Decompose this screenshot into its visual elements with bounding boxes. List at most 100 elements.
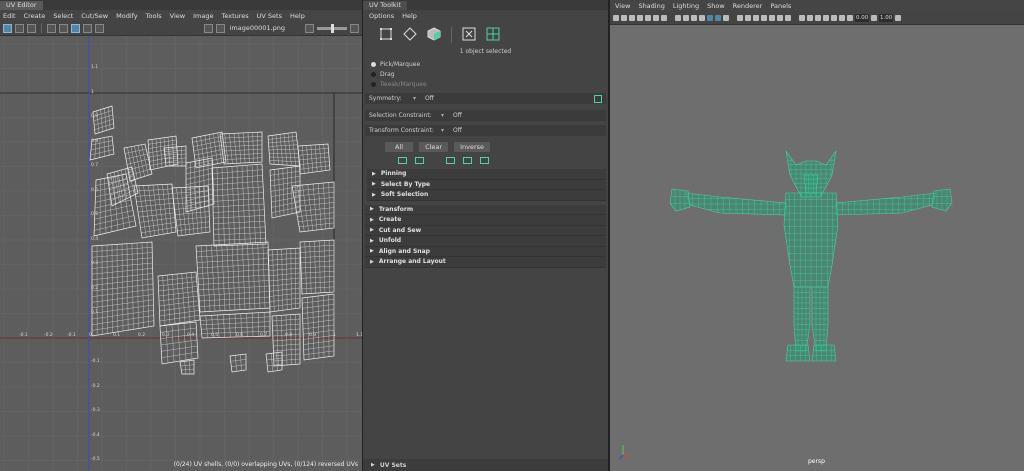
exposure-icon[interactable] — [305, 23, 314, 33]
resolution-gate-icon[interactable] — [653, 14, 659, 21]
menu-uv-sets[interactable]: UV Sets — [257, 12, 282, 20]
image-icon[interactable] — [203, 23, 213, 33]
menu-edit[interactable]: Edit — [3, 12, 16, 20]
section-transform[interactable]: ▶ Transform — [365, 204, 606, 215]
y-axis-icon[interactable] — [785, 14, 791, 21]
select-shell-icon[interactable] — [463, 157, 472, 164]
gamma-icon[interactable] — [350, 23, 359, 33]
section-select-by-type[interactable]: ▶ Select By Type — [367, 179, 606, 190]
motion-blur-icon[interactable] — [723, 14, 729, 21]
expand-arrow-icon[interactable]: ▶ — [372, 171, 376, 177]
menu-options[interactable]: Options — [369, 12, 394, 20]
heads-up-icon[interactable] — [823, 14, 829, 21]
radio-icon[interactable] — [371, 81, 376, 87]
section-cut-and-sew[interactable]: ▶ Cut and Sew — [365, 225, 606, 236]
section-create[interactable]: ▶ Create — [365, 215, 606, 226]
expand-arrow-icon[interactable]: ▶ — [370, 206, 374, 212]
dropdown-arrow-icon[interactable]: ▾ — [441, 112, 453, 119]
left-foot[interactable] — [785, 344, 811, 362]
expand-arrow-icon[interactable]: ▶ — [372, 181, 376, 187]
menu-help[interactable]: Help — [402, 12, 417, 20]
menu-help[interactable]: Help — [290, 12, 305, 20]
image-plane-icon[interactable] — [637, 14, 643, 21]
menu-cut-sew[interactable]: Cut/Sew — [81, 12, 108, 20]
uv-mode-icon[interactable] — [462, 27, 476, 41]
select-border-icon[interactable] — [446, 157, 455, 164]
symmetry-value[interactable]: Off — [425, 95, 594, 102]
gamma-field[interactable]: 1.00 — [879, 13, 893, 22]
camera-icon[interactable] — [613, 14, 619, 21]
xray-joints-icon[interactable] — [761, 14, 767, 21]
grow-selection-icon[interactable] — [398, 157, 407, 164]
symmetry-options-icon[interactable] — [594, 94, 602, 103]
expand-arrow-icon[interactable]: ▶ — [370, 238, 374, 244]
film-gate-icon[interactable] — [621, 14, 627, 21]
edge-mode-icon[interactable] — [403, 27, 417, 41]
exposure-field[interactable]: 0.00 — [855, 13, 869, 22]
section-unfold[interactable]: ▶ Unfold — [365, 236, 606, 247]
dim-image-icon[interactable] — [215, 23, 225, 33]
select-all-button[interactable]: All — [385, 142, 414, 152]
section-align-and-snap[interactable]: ▶ Align and Snap — [365, 246, 606, 257]
textured-icon[interactable] — [691, 14, 697, 21]
slider-knob[interactable] — [331, 23, 334, 33]
gamma-icon[interactable] — [871, 14, 877, 21]
shrink-selection-icon[interactable] — [415, 157, 424, 164]
mode-drag[interactable]: Drag — [363, 69, 608, 79]
display-image-icon[interactable] — [83, 23, 92, 33]
snapshot-icon[interactable] — [95, 23, 104, 33]
shaded-uv-icon[interactable] — [15, 23, 24, 33]
grid-icon[interactable] — [645, 14, 651, 21]
right-foot[interactable] — [811, 344, 837, 362]
isolate-icon[interactable] — [745, 14, 751, 21]
right-leg[interactable] — [811, 286, 829, 352]
inverse-button[interactable]: Inverse — [454, 142, 491, 152]
ao-icon[interactable] — [715, 14, 721, 21]
menu-textures[interactable]: Textures — [221, 12, 248, 20]
radio-icon[interactable] — [371, 61, 376, 67]
menu-show[interactable]: Show — [707, 2, 725, 10]
uv-grid-canvas[interactable]: -0.1 -0.2 -0.1 0 0.1 0.2 0.3 0.4 0.5 0.6 0.7 0.8 0.9… — [0, 36, 362, 471]
menu-lighting[interactable]: Lighting — [673, 2, 699, 10]
antialias-icon[interactable] — [737, 14, 743, 21]
vertex-mode-icon[interactable] — [379, 27, 393, 41]
color-manage-icon[interactable] — [895, 14, 901, 21]
mode-tweak-marquee[interactable]: Tweak/Marquee — [363, 79, 608, 89]
selection-constraint-value[interactable]: Off — [453, 112, 462, 119]
gate-mask-icon[interactable] — [831, 14, 837, 21]
uv-shell-icon[interactable] — [486, 27, 500, 41]
hud-icon[interactable] — [815, 14, 821, 21]
expand-arrow-icon[interactable]: ▶ — [370, 259, 374, 265]
expand-arrow-icon[interactable]: ▶ — [370, 217, 374, 223]
smooth-shade-icon[interactable] — [683, 14, 689, 21]
transform-constraint-row[interactable]: Transform Constraint: ▾ Off — [365, 125, 606, 136]
expand-arrow-icon[interactable]: ▶ — [370, 248, 374, 254]
menu-panels[interactable]: Panels — [770, 2, 791, 10]
snout[interactable] — [803, 174, 819, 194]
bookmark-icon[interactable] — [629, 14, 635, 21]
section-arrange-and-layout[interactable]: ▶ Arrange and Layout — [365, 257, 606, 268]
section-soft-selection[interactable]: ▶ Soft Selection — [367, 190, 606, 201]
face-mode-icon[interactable] — [427, 27, 441, 41]
mode-pick-marquee[interactable]: Pick/Marquee — [363, 59, 608, 69]
exposure-slider[interactable] — [317, 23, 347, 33]
wireframe-icon[interactable] — [675, 14, 681, 21]
lights-icon[interactable] — [699, 14, 705, 21]
menu-view[interactable]: View — [615, 2, 630, 10]
backface-icon[interactable] — [769, 14, 775, 21]
x-axis-icon[interactable] — [777, 14, 783, 21]
image-name-dropdown[interactable]: image00001.png — [230, 24, 285, 32]
left-leg[interactable] — [793, 286, 811, 352]
uv-toolkit-tab[interactable]: UV Toolkit — [363, 1, 408, 10]
expand-arrow-icon[interactable]: ▶ — [372, 192, 376, 198]
shadows-icon[interactable] — [707, 14, 713, 21]
clear-button[interactable]: Clear — [419, 142, 449, 152]
symmetry-row[interactable]: Symmetry: ▾ Off — [365, 93, 606, 104]
menu-select[interactable]: Select — [53, 12, 73, 20]
menu-view[interactable]: View — [170, 12, 185, 20]
checker-icon[interactable] — [71, 23, 80, 33]
grid-view-icon[interactable] — [3, 23, 12, 33]
selection-constraint-row[interactable]: Selection Constraint: ▾ Off — [365, 110, 606, 121]
menu-tools[interactable]: Tools — [146, 12, 162, 20]
z-axis-icon[interactable] — [799, 14, 805, 21]
